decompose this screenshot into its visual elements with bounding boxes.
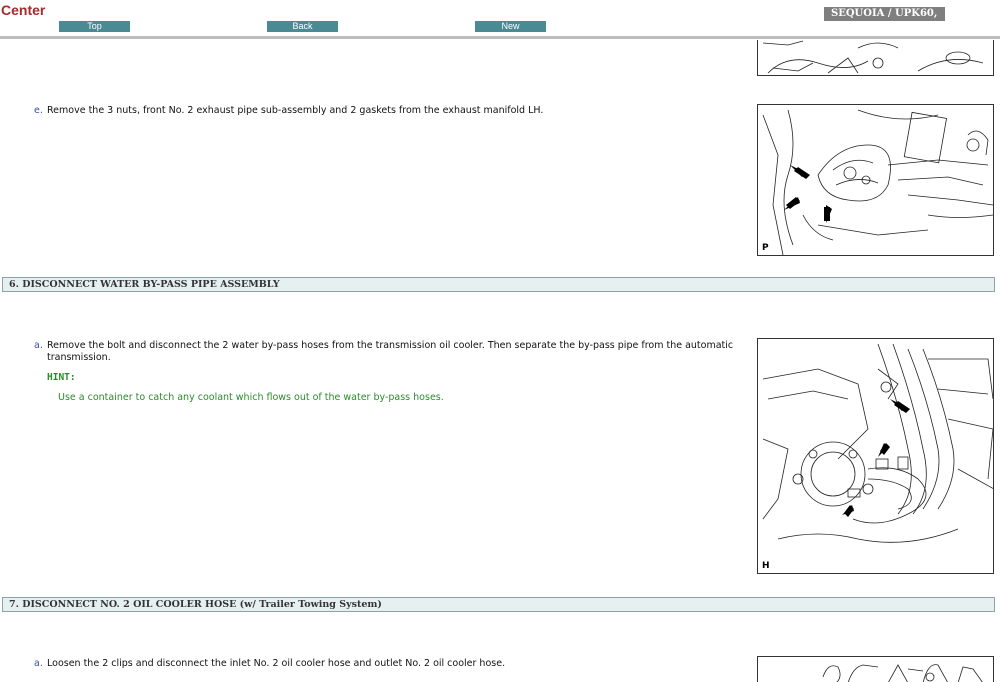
section-7-heading: 7. DISCONNECT NO. 2 OIL COOLER HOSE (w/ … (2, 597, 995, 612)
step-text-line1: Remove the bolt and disconnect the 2 wat… (47, 340, 734, 351)
step-letter: a. (34, 658, 43, 669)
section-6-heading: 6. DISCONNECT WATER BY-PASS PIPE ASSEMBL… (2, 277, 995, 292)
figure-code: P (762, 243, 769, 253)
step-text: Remove the bolt and disconnect the 2 wat… (47, 340, 747, 363)
water-bypass-illustration: H (757, 338, 994, 574)
header-bar: Center Top Back New SEQUOIA / UPK60, (0, 0, 1000, 40)
brand-title: Center (1, 2, 46, 18)
step-text: Remove the 3 nuts, front No. 2 exhaust p… (47, 105, 544, 116)
step-e: e. Remove the 3 nuts, front No. 2 exhaus… (34, 105, 754, 117)
step-text-line2: transmission. (47, 351, 111, 363)
back-button[interactable]: Back (267, 21, 338, 32)
hint-label: HINT: (47, 372, 76, 383)
figure-code: H (762, 561, 770, 571)
model-badge: SEQUOIA / UPK60, (824, 7, 945, 21)
step-6a: a. Remove the bolt and disconnect the 2 … (34, 340, 754, 364)
header-divider (0, 36, 1000, 39)
step-text: Loosen the 2 clips and disconnect the in… (47, 658, 506, 669)
step-letter: a. (34, 340, 43, 351)
step-7a: a. Loosen the 2 clips and disconnect the… (34, 658, 754, 670)
top-button[interactable]: Top (59, 21, 130, 32)
exhaust-pipe-illustration: P (757, 104, 994, 256)
hint-text: Use a container to catch any coolant whi… (58, 392, 444, 403)
new-button[interactable]: New (475, 21, 546, 32)
step-letter: e. (34, 105, 43, 116)
oil-cooler-hose-illustration (757, 656, 994, 682)
